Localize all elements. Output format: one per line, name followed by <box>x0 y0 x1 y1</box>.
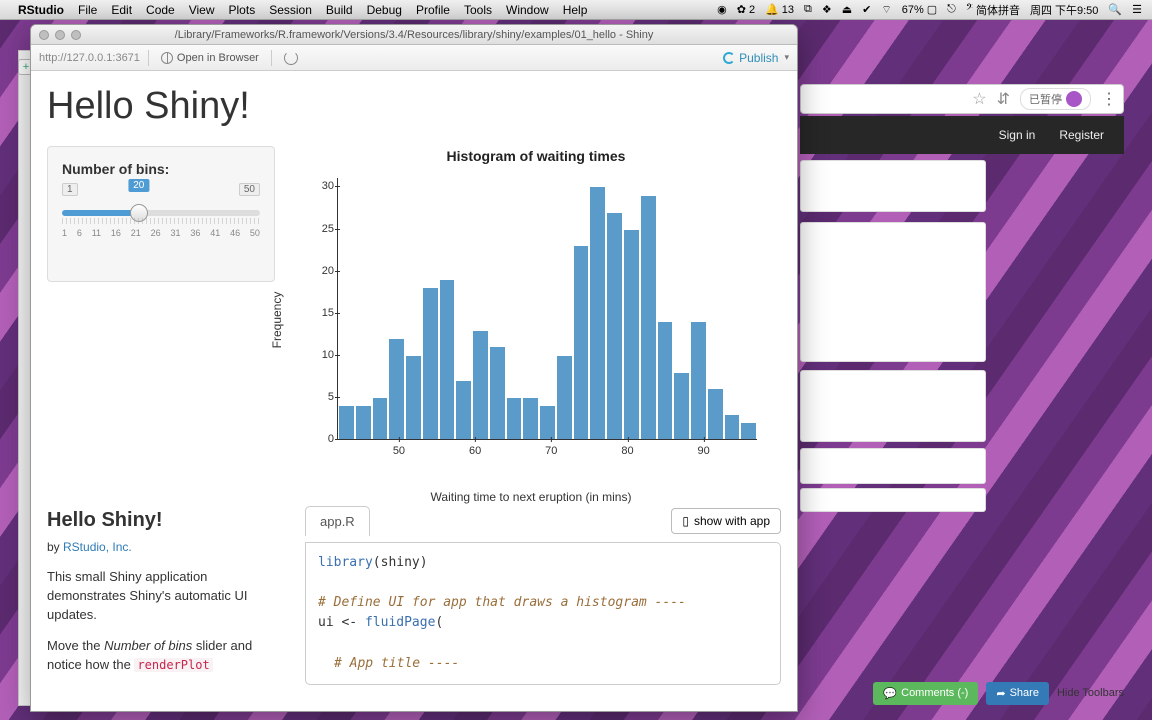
slider-label: Number of bins: <box>62 161 260 177</box>
chevron-down-icon: ▾ <box>784 52 789 63</box>
tray-icon[interactable]: ⧉ <box>804 3 812 16</box>
bg-panel <box>800 160 986 212</box>
window-title: /Library/Frameworks/R.framework/Versions… <box>31 29 797 41</box>
menu-tools[interactable]: Tools <box>464 3 492 17</box>
avatar <box>1066 91 1082 107</box>
bg-panel <box>800 370 986 442</box>
menu-session[interactable]: Session <box>269 3 312 17</box>
notif-icon[interactable]: 🔔13 <box>765 3 794 16</box>
bg-panel <box>800 222 986 362</box>
about-heading: Hello Shiny! <box>47 506 287 535</box>
chart-ylabel: Frequency <box>270 292 284 349</box>
code-tab[interactable]: app.R <box>305 506 370 536</box>
bg-panel <box>800 448 986 484</box>
slider-value-bubble: 20 <box>128 179 149 192</box>
publish-icon <box>723 52 735 64</box>
zoom-icon[interactable] <box>71 30 81 40</box>
browser-toolbar: ☆ ⇵ 已暂停 ⋮ <box>800 84 1124 114</box>
paused-badge[interactable]: 已暂停 <box>1020 88 1091 110</box>
refresh-icon <box>284 51 298 65</box>
phone-icon: ▯ <box>682 514 689 528</box>
close-icon[interactable] <box>39 30 49 40</box>
hide-toolbars-button[interactable]: Hide Toolbars <box>1057 687 1124 699</box>
code-column: app.R ▯show with app library(shiny) # De… <box>305 506 781 685</box>
chart-xlabel: Waiting time to next eruption (in mins) <box>301 490 761 504</box>
menu-edit[interactable]: Edit <box>111 3 132 17</box>
publish-button[interactable]: Publish▾ <box>723 51 789 65</box>
star-icon[interactable]: ☆ <box>972 89 986 109</box>
page-title: Hello Shiny! <box>47 85 781 128</box>
minimize-icon[interactable] <box>55 30 65 40</box>
viewer-toolbar: http://127.0.0.1:3671 Open in Browser Pu… <box>31 45 797 71</box>
slider-min: 1 <box>62 183 78 196</box>
main-panel: Histogram of waiting times Frequency 051… <box>291 146 781 470</box>
wechat-icon[interactable]: ✿ 2 <box>737 3 755 16</box>
menu-debug[interactable]: Debug <box>367 3 402 17</box>
menu-profile[interactable]: Profile <box>416 3 450 17</box>
menubar-app[interactable]: RStudio <box>18 3 64 17</box>
refresh-button[interactable] <box>280 49 302 67</box>
bottom-actions: 💬 Comments (-) ➦ Share Hide Toolbars <box>800 680 1124 706</box>
menu-icon[interactable]: ☰ <box>1132 3 1142 16</box>
battery-icon[interactable]: 67% ▢ <box>902 3 937 16</box>
clock[interactable]: 周四 下午9:50 <box>1030 2 1098 18</box>
app-body: Hello Shiny! Number of bins: 1 50 20 161… <box>31 71 797 711</box>
sidebar-panel: Number of bins: 1 50 20 1611162126313641… <box>47 146 275 282</box>
share-button[interactable]: ➦ Share <box>986 682 1049 705</box>
about-p1: This small Shiny application demonstrate… <box>47 568 287 625</box>
mac-menubar: RStudio File Edit Code View Plots Sessio… <box>0 0 1152 20</box>
slider-track[interactable] <box>62 210 260 216</box>
register-link[interactable]: Register <box>1049 123 1114 147</box>
menu-code[interactable]: Code <box>146 3 175 17</box>
slider-max: 50 <box>239 183 260 196</box>
url-field[interactable]: http://127.0.0.1:3671 <box>39 52 140 64</box>
menu-window[interactable]: Window <box>506 3 549 17</box>
slider-ticks: 16111621263136414650 <box>62 228 260 238</box>
menu-help[interactable]: Help <box>563 3 588 17</box>
arrows-icon[interactable]: ⇵ <box>997 89 1010 109</box>
code-viewer: library(shiny) # Define UI for app that … <box>305 542 781 685</box>
comments-button[interactable]: 💬 Comments (-) <box>873 682 978 705</box>
status-icon[interactable]: ◉ <box>717 3 727 16</box>
histogram-chart: Frequency 0510152025305060708090 Waiting… <box>301 170 761 470</box>
bg-panel <box>800 488 986 512</box>
shiny-viewer-window: /Library/Frameworks/R.framework/Versions… <box>30 24 798 712</box>
chart-title: Histogram of waiting times <box>291 148 781 164</box>
wifi-icon[interactable]: ⌔ <box>881 3 891 17</box>
rstudio-link[interactable]: RStudio, Inc. <box>63 540 132 554</box>
spotlight-icon[interactable]: 🔍 <box>1108 3 1122 16</box>
tray-icon[interactable]: ⎋ <box>947 3 956 16</box>
menu-file[interactable]: File <box>78 3 97 17</box>
tray-icon[interactable]: ⏏ <box>842 3 852 16</box>
description-column: Hello Shiny! by RStudio, Inc. This small… <box>47 506 287 685</box>
site-navbar: Sign in Register <box>800 116 1124 154</box>
open-in-browser-button[interactable]: Open in Browser <box>157 50 263 66</box>
menu-plots[interactable]: Plots <box>229 3 256 17</box>
bins-slider[interactable]: 1 50 20 16111621263136414650 <box>62 183 260 243</box>
menu-build[interactable]: Build <box>326 3 353 17</box>
window-titlebar[interactable]: /Library/Frameworks/R.framework/Versions… <box>31 25 797 45</box>
kebab-icon[interactable]: ⋮ <box>1101 89 1117 109</box>
show-with-app-button[interactable]: ▯show with app <box>671 508 781 534</box>
about-p2: Move the Number of bins slider and notic… <box>47 637 287 675</box>
ime-label[interactable]: 𝄢 简体拼音 <box>966 2 1020 18</box>
globe-icon <box>161 52 173 64</box>
signin-link[interactable]: Sign in <box>989 123 1046 147</box>
tray-icon[interactable]: ❖ <box>822 3 832 16</box>
menu-view[interactable]: View <box>189 3 215 17</box>
tray-icon[interactable]: ✔ <box>862 3 871 16</box>
